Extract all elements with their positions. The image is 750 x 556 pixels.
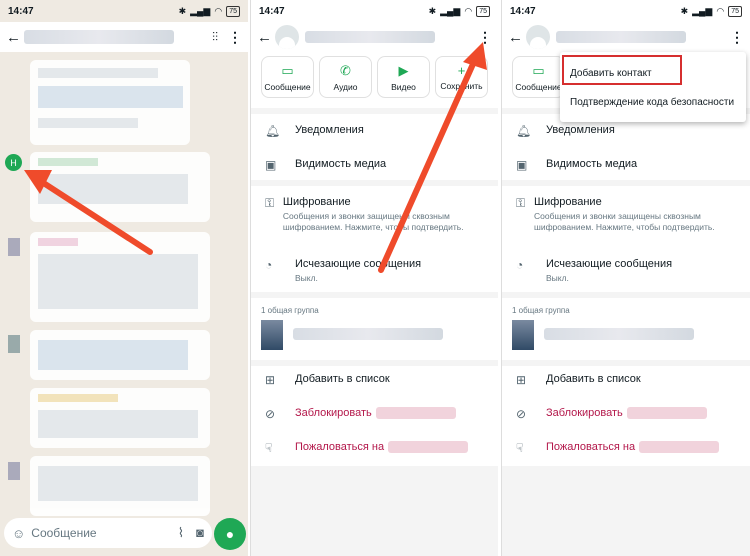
- battery-icon: 75: [226, 5, 240, 17]
- block-item[interactable]: ⊘ Заблокировать: [265, 407, 492, 421]
- save-button[interactable]: + Сохранить: [435, 56, 488, 98]
- thumbs-down-icon: ☟: [265, 441, 273, 455]
- video-call-button[interactable]: ▶ Видео: [377, 56, 430, 98]
- avatar[interactable]: [526, 25, 550, 49]
- lock-icon: ⚿: [265, 196, 275, 210]
- video-icon: ▶: [398, 62, 409, 78]
- contact-name-blurred[interactable]: [24, 30, 174, 44]
- group-name-blurred[interactable]: [544, 328, 694, 340]
- signal-icon: ▂▄▆: [440, 5, 461, 16]
- group-name-blurred[interactable]: [293, 328, 443, 340]
- add-to-list-item[interactable]: ⊞ Добавить в список: [265, 373, 492, 387]
- block-icon: ⊘: [265, 407, 276, 421]
- kebab-menu-icon[interactable]: ⋮: [730, 29, 744, 46]
- message-button[interactable]: ▭ Сообщение: [261, 56, 314, 98]
- info-header: ← ⋮: [502, 22, 750, 52]
- notifications-item[interactable]: 🔔︎ Уведомления: [516, 124, 744, 138]
- message-bubble[interactable]: [30, 60, 190, 145]
- signal-icon: ▂▄▆: [692, 5, 713, 16]
- status-bar: 14:47 ✱ ▂▄▆ ◠ 75: [0, 0, 248, 22]
- list-add-icon: ⊞: [516, 373, 527, 387]
- bluetooth-icon: ✱: [428, 5, 437, 16]
- thumbs-down-icon: ☟: [516, 441, 524, 455]
- signal-icon: ▂▄▆: [190, 5, 211, 16]
- encryption-item[interactable]: ⚿ Шифрование Сообщения и звонки защищены с…: [516, 196, 744, 233]
- action-buttons: ▭ Сообщение: [512, 56, 565, 98]
- status-bar: 14:47 ✱ ▂▄▆ ◠ 75: [502, 0, 750, 22]
- timer-icon: ◔: [516, 258, 524, 272]
- message-bubble[interactable]: [30, 152, 210, 222]
- save-icon: +: [457, 63, 466, 78]
- back-arrow-icon[interactable]: ←: [6, 29, 24, 46]
- report-item[interactable]: ☟ Пожаловаться на: [265, 441, 492, 455]
- back-arrow-icon[interactable]: ←: [508, 29, 526, 46]
- wifi-icon: ◠: [716, 5, 725, 16]
- highlight-box: [562, 55, 682, 85]
- status-time: 14:47: [259, 5, 285, 17]
- message-icon: ▭: [532, 62, 545, 78]
- mic-icon: ●: [225, 526, 235, 542]
- chat-header: ← ⫶⫶ ⋮: [0, 22, 248, 52]
- image-icon: ▣: [516, 158, 528, 172]
- message-bubble[interactable]: [30, 456, 210, 516]
- group-avatar[interactable]: [512, 320, 534, 350]
- battery-icon: 75: [476, 5, 490, 17]
- sticker-icon[interactable]: ☺: [12, 526, 25, 541]
- status-bar: 14:47 ✱ ▂▄▆ ◠ 75: [251, 0, 498, 22]
- bluetooth-icon: ✱: [680, 5, 689, 16]
- phone-icon: ✆: [340, 62, 351, 78]
- audio-call-button[interactable]: ✆ Аудио: [319, 56, 372, 98]
- contact-name-blurred: [556, 31, 686, 43]
- avatar[interactable]: [275, 25, 299, 49]
- wifi-icon: ◠: [214, 5, 223, 16]
- camera-icon[interactable]: ◙: [196, 525, 204, 541]
- contact-info-screen: 14:47 ✱ ▂▄▆ ◠ 75 ← ⋮ ▭ Сообщение ✆ Аудио ▶…: [250, 0, 498, 556]
- report-item[interactable]: ☟ Пожаловаться на: [516, 441, 744, 455]
- lock-icon: ⚿: [516, 196, 526, 210]
- encryption-item[interactable]: ⚿ Шифрование Сообщения и звонки защищены с…: [265, 196, 492, 233]
- kebab-menu-icon[interactable]: ⋮: [228, 29, 242, 46]
- block-item[interactable]: ⊘ Заблокировать: [516, 407, 744, 421]
- add-to-list-item[interactable]: ⊞ Добавить в список: [516, 373, 744, 387]
- disappearing-messages-item[interactable]: ◔ Исчезающие сообщения Выкл.: [265, 258, 492, 284]
- group-avatar[interactable]: [261, 320, 283, 350]
- sender-avatar[interactable]: H: [5, 154, 22, 171]
- waveform-icon[interactable]: ⫶⫶: [212, 30, 218, 45]
- notifications-item[interactable]: 🔔︎ Уведомления: [265, 124, 492, 138]
- compose-placeholder: Сообщение: [31, 526, 97, 540]
- list-add-icon: ⊞: [265, 373, 276, 387]
- timer-icon: ◔: [265, 258, 273, 272]
- paperclip-icon[interactable]: ⌇: [178, 525, 184, 541]
- status-time: 14:47: [510, 5, 536, 17]
- group-count-label: 1 общая группа: [512, 306, 570, 315]
- action-buttons: ▭ Сообщение ✆ Аудио ▶ Видео + Сохранить: [261, 56, 488, 98]
- bluetooth-icon: ✱: [178, 5, 187, 16]
- image-icon: ▣: [265, 158, 277, 172]
- bell-icon: 🔔︎: [265, 124, 281, 138]
- message-bubble[interactable]: [30, 388, 210, 448]
- message-icon: ▭: [281, 62, 294, 78]
- info-header: ← ⋮: [251, 22, 498, 52]
- disappearing-messages-item[interactable]: ◔ Исчезающие сообщения Выкл.: [516, 258, 744, 284]
- block-icon: ⊘: [516, 407, 527, 421]
- menu-item-security-code[interactable]: Подтверждение кода безопасности: [570, 97, 734, 108]
- message-button[interactable]: ▭ Сообщение: [512, 56, 565, 98]
- mic-button[interactable]: ●: [214, 518, 246, 550]
- status-time: 14:47: [8, 5, 34, 17]
- group-count-label: 1 общая группа: [261, 306, 319, 315]
- media-visibility-item[interactable]: ▣ Видимость медиа: [516, 158, 744, 172]
- back-arrow-icon[interactable]: ←: [257, 29, 275, 46]
- media-visibility-item[interactable]: ▣ Видимость медиа: [265, 158, 492, 172]
- bell-icon: 🔔︎: [516, 124, 532, 138]
- kebab-menu-icon[interactable]: ⋮: [478, 29, 492, 46]
- message-input[interactable]: ☺ Сообщение ⌇ ◙: [4, 518, 212, 548]
- message-bubble[interactable]: [30, 232, 210, 322]
- message-bubble[interactable]: [30, 330, 210, 380]
- contact-name-blurred: [305, 31, 435, 43]
- chat-screen: 14:47 ✱ ▂▄▆ ◠ 75 ← ⫶⫶ ⋮ H ☺ Сообщение ⌇ …: [0, 0, 248, 556]
- battery-icon: 75: [728, 5, 742, 17]
- contact-info-menu-screen: 14:47 ✱ ▂▄▆ ◠ 75 ← ⋮ ▭ Сообщение 🔔︎ Уведом…: [501, 0, 750, 556]
- wifi-icon: ◠: [464, 5, 473, 16]
